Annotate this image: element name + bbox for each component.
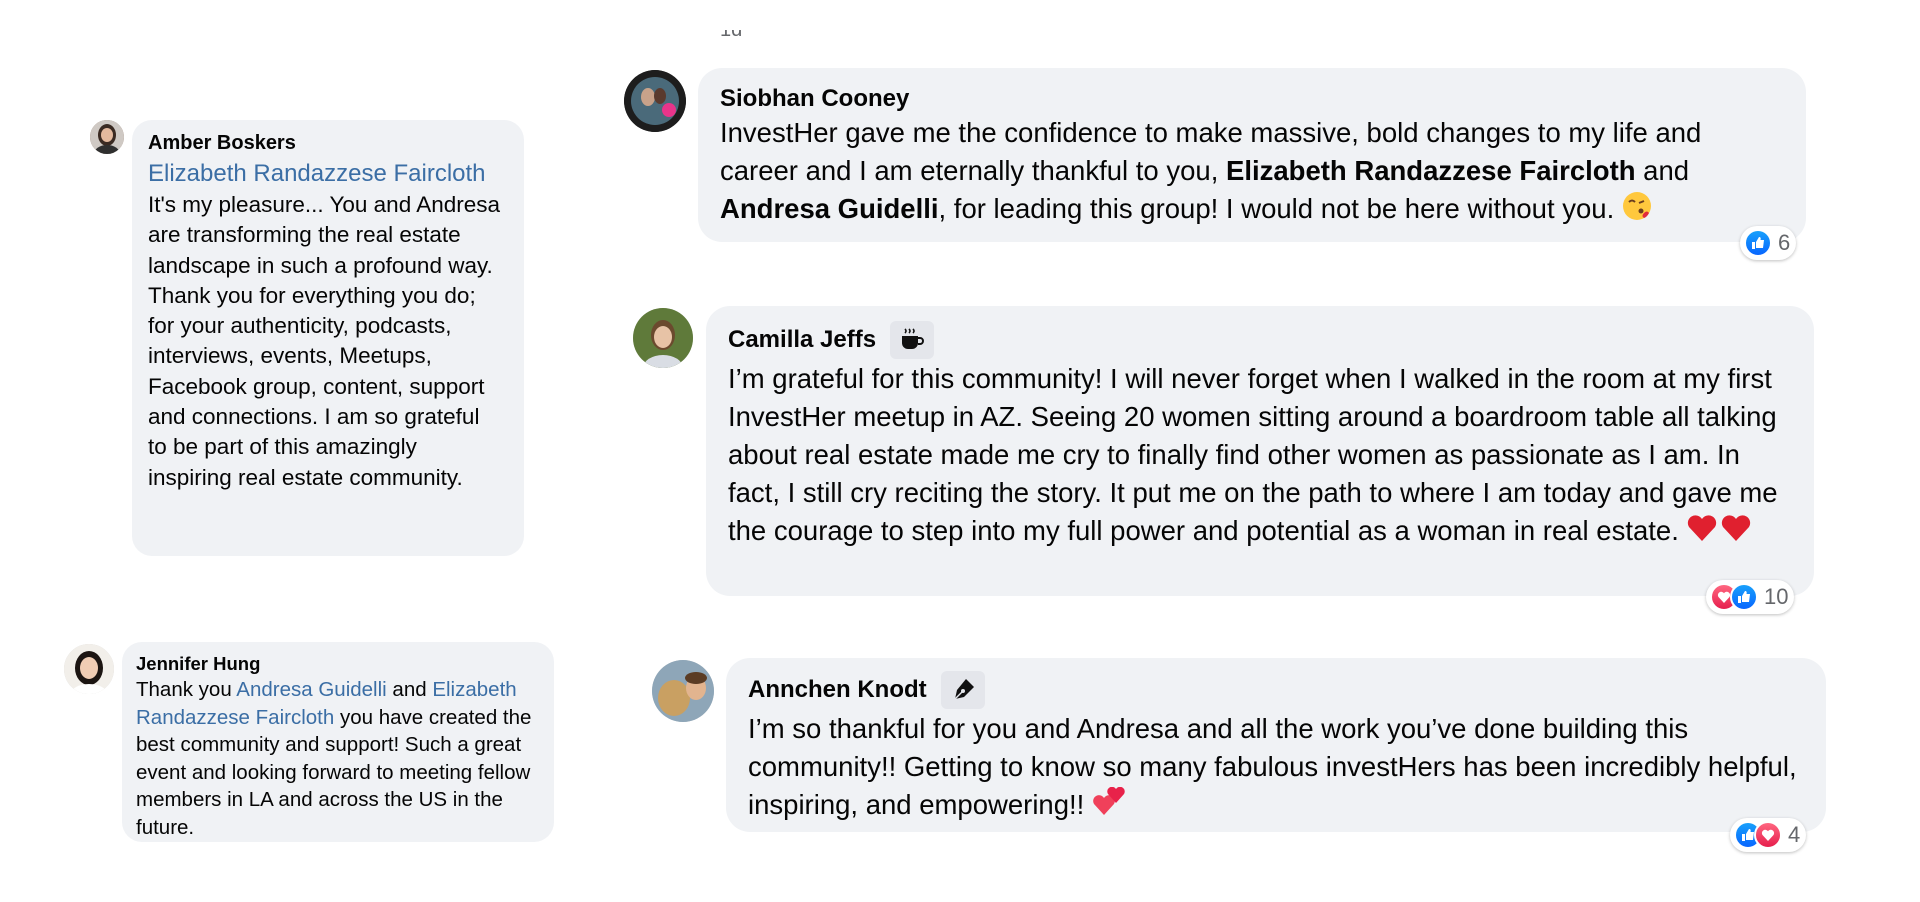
kiss-face-emoji-icon — [1622, 191, 1652, 231]
pen-nib-icon[interactable] — [940, 671, 985, 709]
mention-link[interactable]: Andresa Guidelli — [720, 193, 939, 224]
reaction-count: 4 — [1788, 822, 1801, 847]
avatar-siobhan-cooney[interactable] — [624, 70, 686, 132]
comment-text: I’m grateful for this community! I will … — [728, 360, 1793, 553]
comment-jennifer-hung: Jennifer Hung Thank you Andresa Guidelli… — [122, 642, 554, 842]
like-icon — [1730, 583, 1758, 611]
cropped-timestamp: 1d — [720, 30, 743, 41]
reaction-count: 6 — [1778, 230, 1791, 255]
mention-link[interactable]: Elizabeth Randazzese Faircloth — [148, 158, 510, 190]
comment-siobhan-cooney: Siobhan Cooney InvestHer gave me the con… — [698, 68, 1806, 242]
comment-camilla-jeffs: Camilla Jeffs I’m grateful for this comm… — [706, 306, 1814, 596]
avatar-amber-boskers[interactable] — [90, 120, 124, 154]
avatar-annchen-knodt[interactable] — [652, 660, 714, 722]
comment-amber-boskers: Amber Boskers Elizabeth Randazzese Fairc… — [132, 120, 524, 556]
person-photo-icon — [64, 644, 114, 694]
reaction-summary[interactable]: 4 — [1730, 818, 1807, 852]
author-name: Annchen Knodt — [748, 670, 1804, 710]
reaction-summary[interactable]: 10 — [1706, 580, 1795, 614]
comment-text: I’m so thankful for you and Andresa and … — [748, 710, 1808, 827]
group-logo-icon — [624, 70, 686, 132]
person-photo-icon — [633, 308, 693, 368]
author-name[interactable]: Siobhan Cooney — [720, 84, 1784, 114]
reaction-summary[interactable]: 6 — [1740, 226, 1797, 260]
mention-link[interactable]: Andresa Guidelli — [236, 678, 386, 701]
avatar-camilla-jeffs[interactable] — [633, 308, 693, 368]
person-photo-icon — [90, 120, 124, 154]
comment-text: Thank you Andresa Guidelli and Elizabeth… — [136, 678, 532, 839]
comment-annchen-knodt: Annchen Knodt I’m so thankful for you an… — [726, 658, 1826, 832]
avatar-jennifer-hung[interactable] — [64, 644, 114, 694]
two-red-hearts-emoji-icon — [1686, 513, 1754, 553]
coffee-cup-icon[interactable] — [890, 321, 935, 359]
author-name[interactable]: Jennifer Hung — [136, 652, 542, 676]
author-name: Camilla Jeffs — [728, 320, 1792, 360]
mention-link[interactable]: Elizabeth Randazzese Faircloth — [1226, 155, 1636, 186]
like-icon — [1744, 229, 1772, 257]
author-name[interactable]: Amber Boskers — [148, 130, 510, 156]
two-hearts-emoji-icon — [1092, 786, 1126, 827]
love-icon — [1754, 821, 1782, 849]
reaction-count: 10 — [1764, 584, 1789, 609]
comment-text: InvestHer gave me the confidence to make… — [720, 114, 1780, 231]
person-with-dog-photo-icon — [652, 660, 714, 722]
comment-text: It's my pleasure... You and Andresa are … — [148, 192, 501, 490]
